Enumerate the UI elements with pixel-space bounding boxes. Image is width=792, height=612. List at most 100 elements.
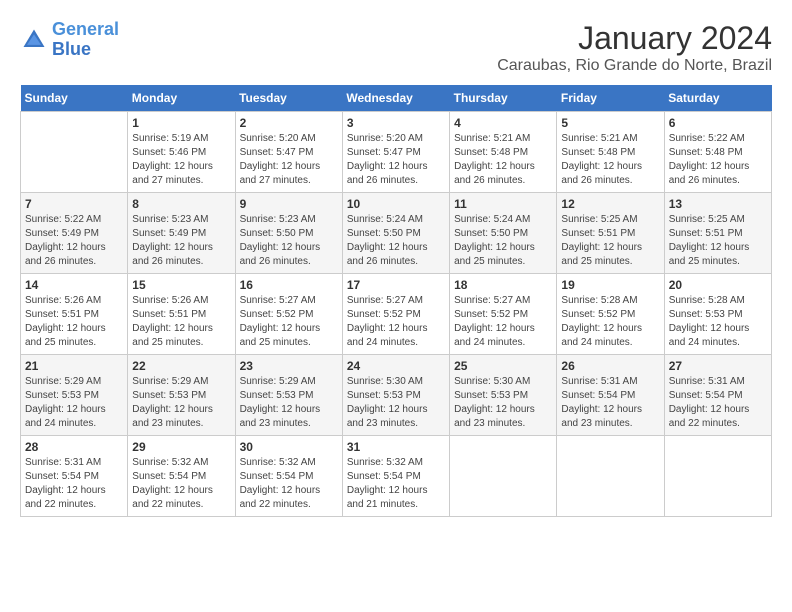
day-info: Sunrise: 5:24 AM Sunset: 5:50 PM Dayligh… <box>454 213 552 269</box>
calendar-day-cell: 6 Sunrise: 5:22 AM Sunset: 5:48 PM Daylig… <box>664 112 771 193</box>
day-info: Sunrise: 5:29 AM Sunset: 5:53 PM Dayligh… <box>25 375 123 431</box>
calendar-day-cell: 21 Sunrise: 5:29 AM Sunset: 5:53 PM Dayli… <box>21 355 128 436</box>
page-header: General Blue January 2024 Caraubas, Rio … <box>20 20 772 75</box>
calendar-day-cell: 28Sunrise: 5:31 AM Sunset: 5:54 PM Dayli… <box>21 436 128 517</box>
day-info: Sunrise: 5:19 AM Sunset: 5:46 PM Dayligh… <box>132 132 230 188</box>
day-info: Sunrise: 5:31 AM Sunset: 5:54 PM Dayligh… <box>25 456 123 512</box>
day-number: 3 <box>347 116 445 130</box>
day-info: Sunrise: 5:25 AM Sunset: 5:51 PM Dayligh… <box>561 213 659 269</box>
day-info: Sunrise: 5:31 AM Sunset: 5:54 PM Dayligh… <box>561 375 659 431</box>
day-number: 7 <box>25 197 123 211</box>
calendar-day-cell: 19 Sunrise: 5:28 AM Sunset: 5:52 PM Dayli… <box>557 274 664 355</box>
day-info: Sunrise: 5:32 AM Sunset: 5:54 PM Dayligh… <box>132 456 230 512</box>
day-number: 29 <box>132 440 230 454</box>
calendar-day-cell: 15 Sunrise: 5:26 AM Sunset: 5:51 PM Dayli… <box>128 274 235 355</box>
calendar-day-cell: 11 Sunrise: 5:24 AM Sunset: 5:50 PM Dayli… <box>450 193 557 274</box>
day-number: 9 <box>240 197 338 211</box>
day-info: Sunrise: 5:21 AM Sunset: 5:48 PM Dayligh… <box>561 132 659 188</box>
day-info: Sunrise: 5:22 AM Sunset: 5:49 PM Dayligh… <box>25 213 123 269</box>
calendar-week-row: 1 Sunrise: 5:19 AM Sunset: 5:46 PM Daylig… <box>21 112 772 193</box>
day-info: Sunrise: 5:21 AM Sunset: 5:48 PM Dayligh… <box>454 132 552 188</box>
day-number: 19 <box>561 278 659 292</box>
day-info: Sunrise: 5:30 AM Sunset: 5:53 PM Dayligh… <box>454 375 552 431</box>
day-number: 26 <box>561 359 659 373</box>
logo-icon <box>20 26 48 54</box>
day-number: 31 <box>347 440 445 454</box>
day-info: Sunrise: 5:30 AM Sunset: 5:53 PM Dayligh… <box>347 375 445 431</box>
calendar-day-cell: 14 Sunrise: 5:26 AM Sunset: 5:51 PM Dayli… <box>21 274 128 355</box>
calendar-day-cell <box>21 112 128 193</box>
calendar-day-cell: 16 Sunrise: 5:27 AM Sunset: 5:52 PM Dayli… <box>235 274 342 355</box>
day-info: Sunrise: 5:22 AM Sunset: 5:48 PM Dayligh… <box>669 132 767 188</box>
calendar-day-cell: 25 Sunrise: 5:30 AM Sunset: 5:53 PM Dayli… <box>450 355 557 436</box>
day-number: 20 <box>669 278 767 292</box>
day-info: Sunrise: 5:27 AM Sunset: 5:52 PM Dayligh… <box>454 294 552 350</box>
day-info: Sunrise: 5:28 AM Sunset: 5:52 PM Dayligh… <box>561 294 659 350</box>
day-number: 5 <box>561 116 659 130</box>
calendar-day-cell: 10 Sunrise: 5:24 AM Sunset: 5:50 PM Dayli… <box>342 193 449 274</box>
day-number: 15 <box>132 278 230 292</box>
calendar-day-cell <box>664 436 771 517</box>
calendar-header-cell: Wednesday <box>342 85 449 112</box>
day-info: Sunrise: 5:27 AM Sunset: 5:52 PM Dayligh… <box>240 294 338 350</box>
calendar-day-cell: 22 Sunrise: 5:29 AM Sunset: 5:53 PM Dayli… <box>128 355 235 436</box>
day-number: 10 <box>347 197 445 211</box>
calendar-header-cell: Saturday <box>664 85 771 112</box>
calendar-day-cell: 13 Sunrise: 5:25 AM Sunset: 5:51 PM Dayli… <box>664 193 771 274</box>
calendar-day-cell: 20Sunrise: 5:28 AM Sunset: 5:53 PM Dayli… <box>664 274 771 355</box>
calendar-day-cell <box>557 436 664 517</box>
calendar-day-cell: 29 Sunrise: 5:32 AM Sunset: 5:54 PM Dayli… <box>128 436 235 517</box>
day-number: 21 <box>25 359 123 373</box>
calendar-week-row: 21 Sunrise: 5:29 AM Sunset: 5:53 PM Dayli… <box>21 355 772 436</box>
day-number: 14 <box>25 278 123 292</box>
day-number: 8 <box>132 197 230 211</box>
day-number: 6 <box>669 116 767 130</box>
day-info: Sunrise: 5:23 AM Sunset: 5:50 PM Dayligh… <box>240 213 338 269</box>
title-section: January 2024 Caraubas, Rio Grande do Nor… <box>497 20 772 75</box>
day-number: 1 <box>132 116 230 130</box>
calendar-day-cell: 5 Sunrise: 5:21 AM Sunset: 5:48 PM Daylig… <box>557 112 664 193</box>
calendar-week-row: 14 Sunrise: 5:26 AM Sunset: 5:51 PM Dayli… <box>21 274 772 355</box>
calendar-day-cell: 23Sunrise: 5:29 AM Sunset: 5:53 PM Dayli… <box>235 355 342 436</box>
day-info: Sunrise: 5:20 AM Sunset: 5:47 PM Dayligh… <box>240 132 338 188</box>
day-info: Sunrise: 5:26 AM Sunset: 5:51 PM Dayligh… <box>132 294 230 350</box>
calendar-day-cell: 8Sunrise: 5:23 AM Sunset: 5:49 PM Daylig… <box>128 193 235 274</box>
calendar-day-cell: 1 Sunrise: 5:19 AM Sunset: 5:46 PM Daylig… <box>128 112 235 193</box>
day-info: Sunrise: 5:31 AM Sunset: 5:54 PM Dayligh… <box>669 375 767 431</box>
day-number: 30 <box>240 440 338 454</box>
day-info: Sunrise: 5:32 AM Sunset: 5:54 PM Dayligh… <box>240 456 338 512</box>
calendar-day-cell: 4Sunrise: 5:21 AM Sunset: 5:48 PM Daylig… <box>450 112 557 193</box>
calendar-day-cell: 31 Sunrise: 5:32 AM Sunset: 5:54 PM Dayli… <box>342 436 449 517</box>
day-number: 24 <box>347 359 445 373</box>
day-number: 27 <box>669 359 767 373</box>
subtitle: Caraubas, Rio Grande do Norte, Brazil <box>497 57 772 75</box>
day-info: Sunrise: 5:26 AM Sunset: 5:51 PM Dayligh… <box>25 294 123 350</box>
day-number: 13 <box>669 197 767 211</box>
calendar-week-row: 7 Sunrise: 5:22 AM Sunset: 5:49 PM Daylig… <box>21 193 772 274</box>
calendar-day-cell: 2Sunrise: 5:20 AM Sunset: 5:47 PM Daylig… <box>235 112 342 193</box>
day-info: Sunrise: 5:25 AM Sunset: 5:51 PM Dayligh… <box>669 213 767 269</box>
calendar-day-cell: 17Sunrise: 5:27 AM Sunset: 5:52 PM Dayli… <box>342 274 449 355</box>
day-number: 25 <box>454 359 552 373</box>
day-number: 22 <box>132 359 230 373</box>
logo-text: General Blue <box>52 20 119 60</box>
calendar-day-cell: 7 Sunrise: 5:22 AM Sunset: 5:49 PM Daylig… <box>21 193 128 274</box>
calendar-day-cell: 24 Sunrise: 5:30 AM Sunset: 5:53 PM Dayli… <box>342 355 449 436</box>
calendar-day-cell: 18 Sunrise: 5:27 AM Sunset: 5:52 PM Dayli… <box>450 274 557 355</box>
day-info: Sunrise: 5:29 AM Sunset: 5:53 PM Dayligh… <box>240 375 338 431</box>
day-number: 12 <box>561 197 659 211</box>
day-number: 17 <box>347 278 445 292</box>
calendar-week-row: 28Sunrise: 5:31 AM Sunset: 5:54 PM Dayli… <box>21 436 772 517</box>
calendar-day-cell: 30 Sunrise: 5:32 AM Sunset: 5:54 PM Dayli… <box>235 436 342 517</box>
calendar-header-cell: Friday <box>557 85 664 112</box>
day-number: 18 <box>454 278 552 292</box>
calendar-day-cell: 12 Sunrise: 5:25 AM Sunset: 5:51 PM Dayli… <box>557 193 664 274</box>
day-info: Sunrise: 5:24 AM Sunset: 5:50 PM Dayligh… <box>347 213 445 269</box>
day-info: Sunrise: 5:32 AM Sunset: 5:54 PM Dayligh… <box>347 456 445 512</box>
calendar-header-cell: Tuesday <box>235 85 342 112</box>
main-title: January 2024 <box>497 20 772 57</box>
day-number: 16 <box>240 278 338 292</box>
calendar-header-cell: Thursday <box>450 85 557 112</box>
day-number: 11 <box>454 197 552 211</box>
day-info: Sunrise: 5:29 AM Sunset: 5:53 PM Dayligh… <box>132 375 230 431</box>
